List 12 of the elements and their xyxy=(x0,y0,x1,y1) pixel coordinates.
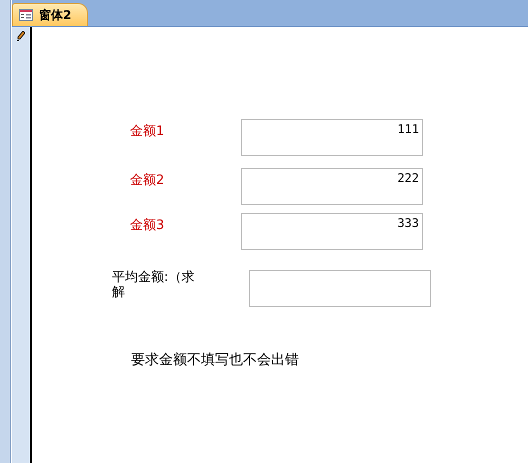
amount-field[interactable]: 111 xyxy=(241,119,423,156)
note-text: 要求金额不填写也不会出错 xyxy=(131,351,300,369)
field-label: 金额3 xyxy=(130,217,166,234)
field-label: 金额2 xyxy=(130,172,166,189)
field-label: 金额1 xyxy=(130,123,166,140)
amount-field[interactable]: 222 xyxy=(241,168,423,205)
field-label: 平均金额:（求解 xyxy=(112,270,196,300)
form-tab[interactable]: 窗体2 xyxy=(12,3,88,26)
average-field[interactable] xyxy=(249,270,431,307)
amount-field[interactable]: 333 xyxy=(241,213,423,250)
form-icon xyxy=(19,9,33,21)
pencil-icon xyxy=(17,31,25,41)
